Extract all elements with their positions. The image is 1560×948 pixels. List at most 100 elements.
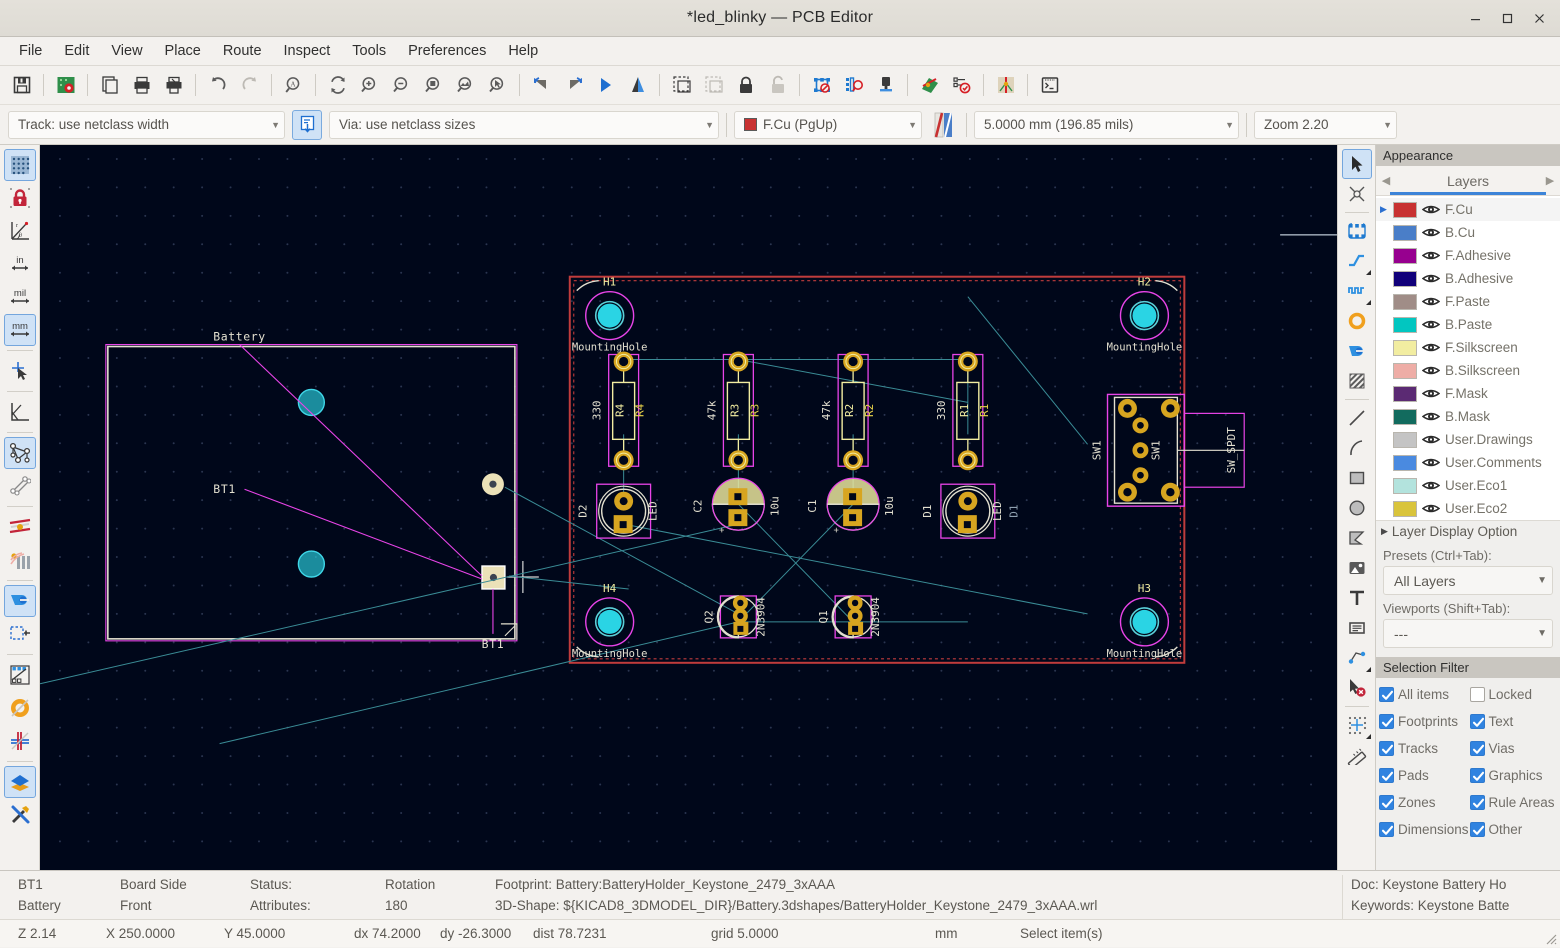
add-image-icon[interactable] bbox=[1342, 553, 1372, 583]
sketch-zones-icon[interactable] bbox=[4, 692, 36, 724]
net-highlight-icon[interactable] bbox=[4, 511, 36, 543]
menu-file[interactable]: File bbox=[8, 39, 53, 63]
layer-color-swatch[interactable] bbox=[1393, 431, 1417, 448]
add-via-icon[interactable] bbox=[1342, 306, 1372, 336]
filter-dimensions[interactable]: Dimensions bbox=[1379, 817, 1470, 842]
delete-tool-icon[interactable] bbox=[1342, 673, 1372, 703]
toggle-grid-icon[interactable] bbox=[3, 149, 36, 181]
layer-color-swatch[interactable] bbox=[1393, 408, 1417, 425]
filter-zones[interactable]: Zones bbox=[1379, 790, 1470, 815]
tab-next-arrow[interactable]: ▶ bbox=[1540, 174, 1560, 187]
layer-row-b-mask[interactable]: B.Mask bbox=[1376, 405, 1560, 428]
polar-coords-icon[interactable]: rθ bbox=[4, 215, 36, 247]
print-icon[interactable] bbox=[126, 70, 157, 101]
layer-row-user-eco2[interactable]: User.Eco2 bbox=[1376, 497, 1560, 520]
page-settings-icon[interactable] bbox=[94, 70, 125, 101]
layer-row-b-paste[interactable]: B.Paste bbox=[1376, 313, 1560, 336]
show-vias-icon[interactable] bbox=[3, 585, 36, 617]
pcb-drawing[interactable]: Battery BT1 BT1 H1 MountingHole H2 Mount… bbox=[40, 145, 1337, 867]
checkbox[interactable] bbox=[1379, 822, 1394, 837]
filter-tracks[interactable]: Tracks bbox=[1379, 736, 1470, 761]
set-origin-icon[interactable] bbox=[1342, 710, 1372, 740]
curved-ratsnest-icon[interactable] bbox=[4, 470, 36, 502]
layer-color-swatch[interactable] bbox=[1393, 362, 1417, 379]
add-rule-area-icon[interactable] bbox=[1342, 366, 1372, 396]
add-dimension-icon[interactable] bbox=[1342, 643, 1372, 673]
route-diff-pair-icon[interactable] bbox=[1342, 276, 1372, 306]
contrast-mode-icon[interactable] bbox=[3, 766, 36, 798]
highlight-net-tool-icon[interactable] bbox=[1342, 179, 1372, 209]
filter-vias[interactable]: Vias bbox=[1469, 736, 1560, 761]
draw-rectangle-icon[interactable] bbox=[1342, 463, 1372, 493]
measure-tool-icon[interactable] bbox=[1342, 740, 1372, 770]
layer-pair-icon[interactable] bbox=[929, 110, 959, 140]
mirror-icon[interactable] bbox=[622, 70, 653, 101]
layer-color-swatch[interactable] bbox=[1393, 339, 1417, 356]
eye-icon[interactable] bbox=[1421, 295, 1441, 309]
tab-layers[interactable]: Layers bbox=[1396, 173, 1540, 189]
board-setup-icon[interactable] bbox=[50, 70, 81, 101]
layer-row-user-drawings[interactable]: User.Drawings bbox=[1376, 428, 1560, 451]
zoom-objects-icon[interactable] bbox=[450, 70, 481, 101]
maximize-button[interactable] bbox=[1492, 5, 1522, 33]
checkbox[interactable] bbox=[1469, 741, 1485, 756]
zoom-fit-icon[interactable] bbox=[418, 70, 449, 101]
eye-icon[interactable] bbox=[1421, 387, 1441, 401]
select-tool-icon[interactable] bbox=[1341, 149, 1372, 179]
draw-polygon-icon[interactable] bbox=[1342, 523, 1372, 553]
menu-help[interactable]: Help bbox=[497, 39, 549, 63]
menu-tools[interactable]: Tools bbox=[341, 39, 397, 63]
layer-color-swatch[interactable] bbox=[1393, 201, 1417, 218]
zoom-in-icon[interactable] bbox=[354, 70, 385, 101]
preferences-icon[interactable] bbox=[4, 799, 36, 831]
layer-row-b-silkscreen[interactable]: B.Silkscreen bbox=[1376, 359, 1560, 382]
route-track-icon[interactable] bbox=[1342, 246, 1372, 276]
eye-icon[interactable] bbox=[1421, 318, 1441, 332]
checkbox[interactable] bbox=[1469, 714, 1485, 729]
layer-row-user-comments[interactable]: User.Comments bbox=[1376, 451, 1560, 474]
units-mils-icon[interactable]: mil bbox=[4, 281, 36, 313]
eye-icon[interactable] bbox=[1421, 479, 1441, 493]
full-crosshair-icon[interactable] bbox=[4, 355, 36, 387]
sketch-graphics-icon[interactable] bbox=[4, 725, 36, 757]
flip-h-icon[interactable] bbox=[590, 70, 621, 101]
add-textbox-icon[interactable] bbox=[1342, 613, 1372, 643]
draw-line-icon[interactable] bbox=[1342, 403, 1372, 433]
checkbox[interactable] bbox=[1469, 795, 1485, 810]
layer-color-swatch[interactable] bbox=[1393, 454, 1417, 471]
layer-color-swatch[interactable] bbox=[1393, 385, 1417, 402]
menu-place[interactable]: Place bbox=[154, 39, 212, 63]
layer-row-user-eco1[interactable]: User.Eco1 bbox=[1376, 474, 1560, 497]
close-button[interactable] bbox=[1524, 5, 1554, 33]
drc-icon[interactable] bbox=[990, 70, 1021, 101]
checkbox[interactable] bbox=[1379, 714, 1394, 729]
filter-footprints[interactable]: Footprints bbox=[1379, 709, 1470, 734]
unlock-icon[interactable] bbox=[762, 70, 793, 101]
zoom-out-icon[interactable] bbox=[386, 70, 417, 101]
filter-other[interactable]: Other bbox=[1469, 817, 1560, 842]
units-inches-icon[interactable]: in bbox=[4, 248, 36, 280]
checkbox[interactable] bbox=[1469, 687, 1485, 702]
filter-all-items[interactable]: All items bbox=[1379, 682, 1470, 707]
show-ratsnest-icon[interactable] bbox=[3, 437, 36, 469]
place-footprint-icon[interactable] bbox=[1342, 216, 1372, 246]
checkbox[interactable] bbox=[1469, 822, 1485, 837]
checkbox[interactable] bbox=[1379, 795, 1394, 810]
find-icon[interactable]: A bbox=[278, 70, 309, 101]
filter-locked[interactable]: Locked bbox=[1469, 682, 1560, 707]
layer-row-f-adhesive[interactable]: F.Adhesive bbox=[1376, 244, 1560, 267]
layer-row-f-silkscreen[interactable]: F.Silkscreen bbox=[1376, 336, 1560, 359]
zoom-selection-icon[interactable] bbox=[482, 70, 513, 101]
eye-icon[interactable] bbox=[1421, 433, 1441, 447]
menu-inspect[interactable]: Inspect bbox=[273, 39, 342, 63]
layer-row-f-paste[interactable]: F.Paste bbox=[1376, 290, 1560, 313]
eye-icon[interactable] bbox=[1421, 410, 1441, 424]
menu-preferences[interactable]: Preferences bbox=[397, 39, 497, 63]
footprint-viewer-icon[interactable] bbox=[838, 70, 869, 101]
layer-row-f-cu[interactable]: ▶ F.Cu bbox=[1376, 198, 1560, 221]
layer-color-swatch[interactable] bbox=[1393, 247, 1417, 264]
ungroup-icon[interactable] bbox=[698, 70, 729, 101]
eye-icon[interactable] bbox=[1421, 249, 1441, 263]
group-icon[interactable] bbox=[666, 70, 697, 101]
add-zone-icon[interactable] bbox=[1342, 336, 1372, 366]
